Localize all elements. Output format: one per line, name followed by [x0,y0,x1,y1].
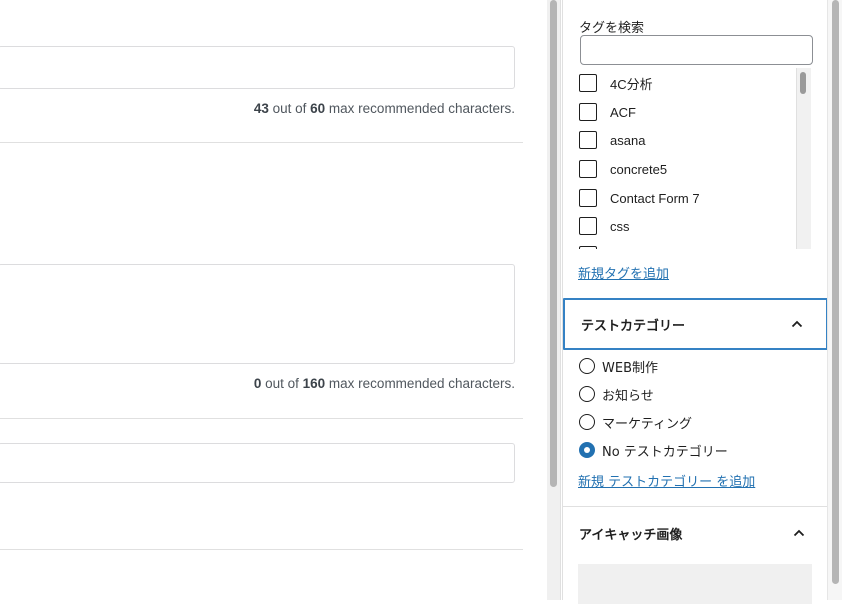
category-label: No テストカテゴリー [602,444,728,460]
section-divider [0,549,523,550]
category-label: WEB制作 [602,360,658,376]
tag-item[interactable]: asana [578,128,645,152]
category-radio-checked[interactable] [579,442,595,458]
tag-checkbox[interactable] [579,131,597,149]
title-char-count: 43 [253,101,269,116]
test-category-panel-toggle[interactable]: テストカテゴリー [563,298,828,350]
tag-item[interactable]: Contact Form 7 [578,186,700,210]
tag-label: css [610,218,630,234]
desc-char-max: 160 [302,376,326,391]
counter-text: max recommended characters. [325,376,515,391]
chevron-up-icon [791,320,803,328]
sidebar-scrollbar[interactable] [827,0,842,600]
tag-checklist: 4C分析 ACF asana concrete5 Contact Form 7 … [578,68,813,249]
tag-search-input[interactable] [580,35,813,65]
sidebar-scrollbar-thumb[interactable] [832,0,839,584]
category-radio[interactable] [579,358,595,374]
panel-title: アイキャッチ画像 [579,527,683,543]
category-radio[interactable] [579,414,595,430]
add-new-test-category-link[interactable]: 新規 テストカテゴリー を追加 [578,471,755,490]
tag-checkbox[interactable] [579,246,597,249]
tag-item[interactable]: ACF [578,100,636,124]
category-option[interactable]: お知らせ [579,384,654,404]
tag-item-partial[interactable] [578,243,597,249]
tag-label: Contact Form 7 [610,190,700,206]
chevron-up-icon [793,529,805,537]
category-option[interactable]: WEB制作 [579,356,658,376]
category-label: マーケティング [602,416,692,432]
tag-label: concrete5 [610,161,668,177]
tag-item[interactable]: 4C分析 [578,71,653,95]
settings-sidebar: タグを検索 4C分析 ACF asana concrete5 Contact F… [562,0,828,604]
tag-checkbox[interactable] [579,217,597,235]
section-divider [0,142,523,143]
seo-description-counter: 0 out of 160 max recommended characters. [254,376,515,391]
panel-title: テストカテゴリー [581,318,686,334]
category-radio[interactable] [579,386,595,402]
editor-main: 43 out of 60 max recommended characters.… [0,0,547,600]
tag-label: ACF [610,104,636,120]
seo-title-input[interactable] [0,46,515,89]
category-option-selected[interactable]: No テストカテゴリー [579,440,728,460]
counter-text: max recommended characters. [325,101,515,116]
title-char-max: 60 [310,101,326,116]
add-new-tag-link[interactable]: 新規タグを追加 [578,263,669,282]
counter-text: out of [268,101,311,116]
tag-checkbox[interactable] [579,103,597,121]
tag-checkbox[interactable] [579,189,597,207]
tag-checkbox[interactable] [579,160,597,178]
tag-list-scrollbar[interactable] [796,68,811,249]
tag-list-scrollbar-thumb[interactable] [800,72,806,94]
featured-image-panel-toggle[interactable]: アイキャッチ画像 [563,507,828,559]
category-option[interactable]: マーケティング [579,412,692,432]
tag-item[interactable]: css [578,214,630,238]
editor-scrollbar-thumb[interactable] [550,0,557,487]
tag-checkbox[interactable] [579,74,597,92]
section-divider [0,418,523,419]
category-label: お知らせ [602,388,654,404]
counter-text: out of [261,376,303,391]
tag-item[interactable]: concrete5 [578,157,667,181]
seo-description-textarea[interactable] [0,264,515,364]
seo-title-counter: 43 out of 60 max recommended characters. [254,101,515,116]
featured-image-placeholder[interactable] [578,564,812,604]
tag-label: 4C分析 [610,76,653,92]
seo-keyword-input[interactable] [0,443,515,483]
tag-search-label: タグを検索 [579,21,645,36]
tag-label: asana [610,132,646,148]
editor-scrollbar[interactable] [547,0,561,600]
